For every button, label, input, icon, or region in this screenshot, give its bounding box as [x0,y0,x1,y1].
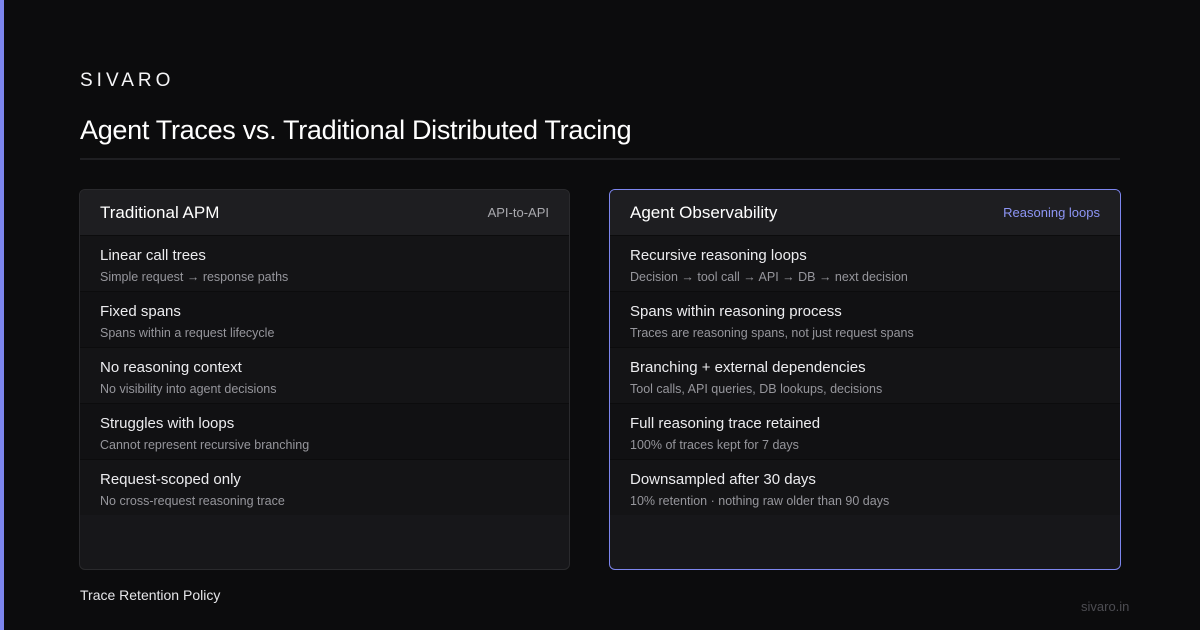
brand-logo-text: SIVARO [80,70,175,91]
item-title: Spans within reasoning process [630,303,842,320]
list-item: Full reasoning trace retained 100% of tr… [610,403,1120,459]
item-title: Full reasoning trace retained [630,415,821,432]
feature-list: Linear call trees Simple request → respo… [80,235,569,515]
item-subtitle: 10% retention · nothing raw older than 9… [630,494,890,508]
list-item: Downsampled after 30 days 10% retention … [610,459,1120,515]
list-item: Fixed spans Spans within a request lifec… [80,291,569,347]
item-title: Branching + external dependencies [630,359,866,376]
item-subtitle: Cannot represent recursive branching [100,438,310,452]
card-tag: Reasoning loops [1003,205,1100,220]
feature-list: Recursive reasoning loops Decision → too… [610,235,1120,515]
item-subtitle: No cross-request reasoning trace [100,494,285,508]
card-tag: API-to-API [487,205,549,220]
card-header: Traditional APM API-to-API [80,190,569,235]
item-title: No reasoning context [100,359,242,376]
item-subtitle: No visibility into agent decisions [100,382,277,396]
item-subtitle: Traces are reasoning spans, not just req… [630,326,914,340]
list-item: Branching + external dependencies Tool c… [610,347,1120,403]
footer-caption: Trace Retention Policy [80,587,221,603]
traditional-apm-card: Traditional APM API-to-API Linear call t… [79,189,570,570]
item-title: Request-scoped only [100,471,241,488]
list-item: Recursive reasoning loops Decision → too… [610,235,1120,291]
item-title: Fixed spans [100,303,181,320]
item-subtitle: Spans within a request lifecycle [100,326,275,340]
list-item: Request-scoped only No cross-request rea… [80,459,569,515]
list-item: No reasoning context No visibility into … [80,347,569,403]
footer-site-link[interactable]: sivaro.in [1081,599,1129,614]
list-item: Spans within reasoning process Traces ar… [610,291,1120,347]
page-title: Agent Traces vs. Traditional Distributed… [80,115,632,145]
card-title: Traditional APM [100,202,220,222]
card-title: Agent Observability [630,202,778,222]
item-subtitle: Tool calls, API queries, DB lookups, dec… [630,382,883,396]
item-title: Linear call trees [100,247,206,264]
title-divider [80,158,1120,160]
card-header: Agent Observability Reasoning loops [610,190,1120,235]
item-subtitle: Simple request → response paths [100,270,289,284]
list-item: Linear call trees Simple request → respo… [80,235,569,291]
item-title: Recursive reasoning loops [630,247,807,264]
list-item: Struggles with loops Cannot represent re… [80,403,569,459]
item-title: Struggles with loops [100,415,235,432]
accent-bar [0,0,4,630]
item-title: Downsampled after 30 days [630,471,816,488]
agent-observability-card: Agent Observability Reasoning loops Recu… [609,189,1121,570]
item-subtitle: Decision → tool call → API → DB → next d… [630,270,908,284]
item-subtitle: 100% of traces kept for 7 days [630,438,799,452]
